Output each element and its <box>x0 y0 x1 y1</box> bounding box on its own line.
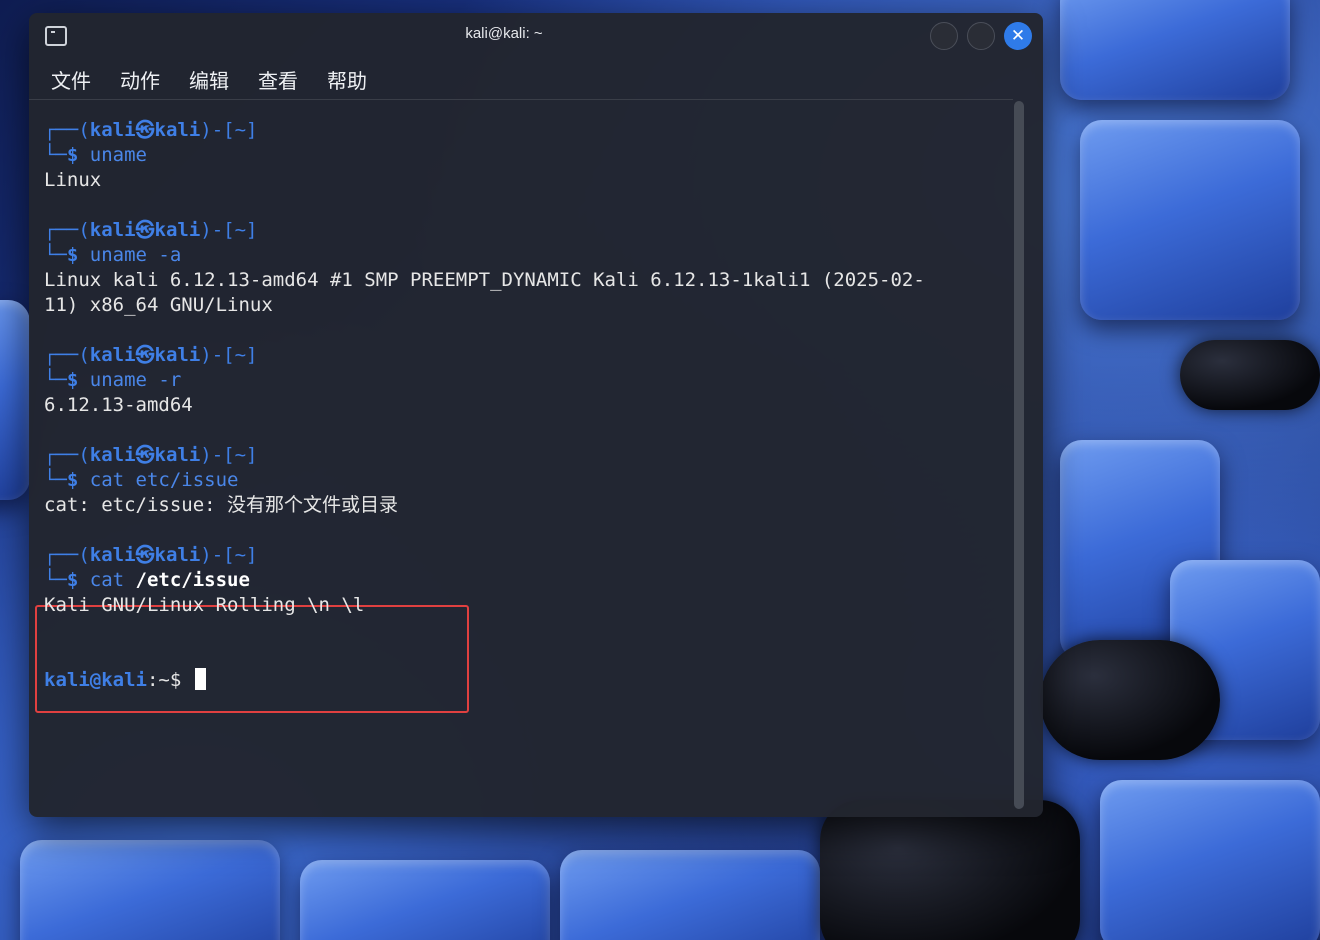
output-line: 11) x86_64 GNU/Linux <box>44 294 273 316</box>
wallpaper-dark-shape <box>1180 340 1320 410</box>
prompt-path: )-[~] <box>200 119 258 141</box>
command-line: └─$ cat /etc/issue <box>44 568 250 593</box>
menu-bar: 文件 动作 编辑 查看 帮助 <box>29 59 1043 99</box>
prompt-user: kali㉿kali <box>89 544 201 566</box>
menu-view[interactable]: 查看 <box>258 65 298 94</box>
wallpaper-dark-shape <box>1040 640 1220 760</box>
title-bar[interactable]: kali@kali: ~ ✕ <box>29 13 1043 59</box>
prompt-frame: ┌──( <box>44 544 90 566</box>
command-line: └─$ cat etc/issue <box>44 468 238 493</box>
wallpaper-dark-shape <box>820 800 1080 940</box>
prompt-line: ┌──(kali㉿kali)-[~] <box>44 118 257 143</box>
prompt-path: )-[~] <box>200 444 258 466</box>
wallpaper-tile <box>20 840 280 940</box>
output-line: Linux kali 6.12.13-amd64 #1 SMP PREEMPT_… <box>44 269 925 291</box>
wallpaper-tile <box>560 850 820 940</box>
prompt-frame: ┌──( <box>44 444 90 466</box>
active-prompt-line[interactable]: kali@kali:~$ <box>44 668 206 693</box>
command-line: └─$ uname <box>44 143 147 168</box>
prompt-dollar: └─$ <box>44 244 90 266</box>
prompt-line: ┌──(kali㉿kali)-[~] <box>44 218 257 243</box>
prompt-line: ┌──(kali㉿kali)-[~] <box>44 543 257 568</box>
command-text: uname -r <box>89 369 182 391</box>
prompt-line: ┌──(kali㉿kali)-[~] <box>44 343 257 368</box>
menu-edit[interactable]: 编辑 <box>189 65 229 94</box>
prompt-user: kali㉿kali <box>89 344 201 366</box>
menu-file[interactable]: 文件 <box>51 65 91 94</box>
prompt-dollar: └─$ <box>44 469 90 491</box>
maximize-button[interactable] <box>967 22 995 50</box>
prompt-dollar: └─$ <box>44 369 90 391</box>
command-text: uname <box>89 144 147 166</box>
text-cursor <box>194 668 206 690</box>
prompt-user: kali@kali <box>44 669 147 691</box>
command-text: cat etc/issue <box>89 469 239 491</box>
wallpaper-tile <box>300 860 550 940</box>
command-text: cat <box>89 569 136 591</box>
output-line: Linux <box>44 169 102 191</box>
menu-action[interactable]: 动作 <box>120 65 160 94</box>
terminal-window[interactable]: kali@kali: ~ ✕ 文件 动作 编辑 查看 帮助 ┌──(kali㉿k… <box>29 13 1043 817</box>
error-output-line: cat: etc/issue: 没有那个文件或目录 <box>44 494 399 516</box>
menu-help[interactable]: 帮助 <box>327 65 367 94</box>
wallpaper-tile <box>1060 0 1290 100</box>
command-line: └─$ uname -r <box>44 368 181 393</box>
prompt-user: kali㉿kali <box>89 119 201 141</box>
wallpaper-tile <box>1080 120 1300 320</box>
window-title: kali@kali: ~ <box>465 25 543 42</box>
close-button[interactable]: ✕ <box>1004 22 1032 50</box>
prompt-path: :~$ <box>146 669 193 691</box>
terminal-output[interactable]: ┌──(kali㉿kali)-[~] └─$ uname Linux ┌──(k… <box>29 99 1013 817</box>
command-line: └─$ uname -a <box>44 243 181 268</box>
prompt-dollar: └─$ <box>44 569 90 591</box>
minimize-button[interactable] <box>930 22 958 50</box>
prompt-frame: ┌──( <box>44 119 90 141</box>
prompt-frame: ┌──( <box>44 344 90 366</box>
prompt-user: kali㉿kali <box>89 219 201 241</box>
prompt-dollar: └─$ <box>44 144 90 166</box>
highlight-box <box>35 605 469 713</box>
command-argument: /etc/issue <box>135 569 250 591</box>
wallpaper-tile <box>1100 780 1320 940</box>
output-line: 6.12.13-amd64 <box>44 394 193 416</box>
scrollbar[interactable] <box>1014 101 1024 809</box>
prompt-path: )-[~] <box>200 219 258 241</box>
wallpaper-tile <box>0 300 30 500</box>
prompt-path: )-[~] <box>200 544 258 566</box>
prompt-path: )-[~] <box>200 344 258 366</box>
command-text: uname -a <box>89 244 182 266</box>
output-line: Kali GNU/Linux Rolling \n \l <box>44 594 365 616</box>
prompt-line: ┌──(kali㉿kali)-[~] <box>44 443 257 468</box>
prompt-frame: ┌──( <box>44 219 90 241</box>
prompt-user: kali㉿kali <box>89 444 201 466</box>
